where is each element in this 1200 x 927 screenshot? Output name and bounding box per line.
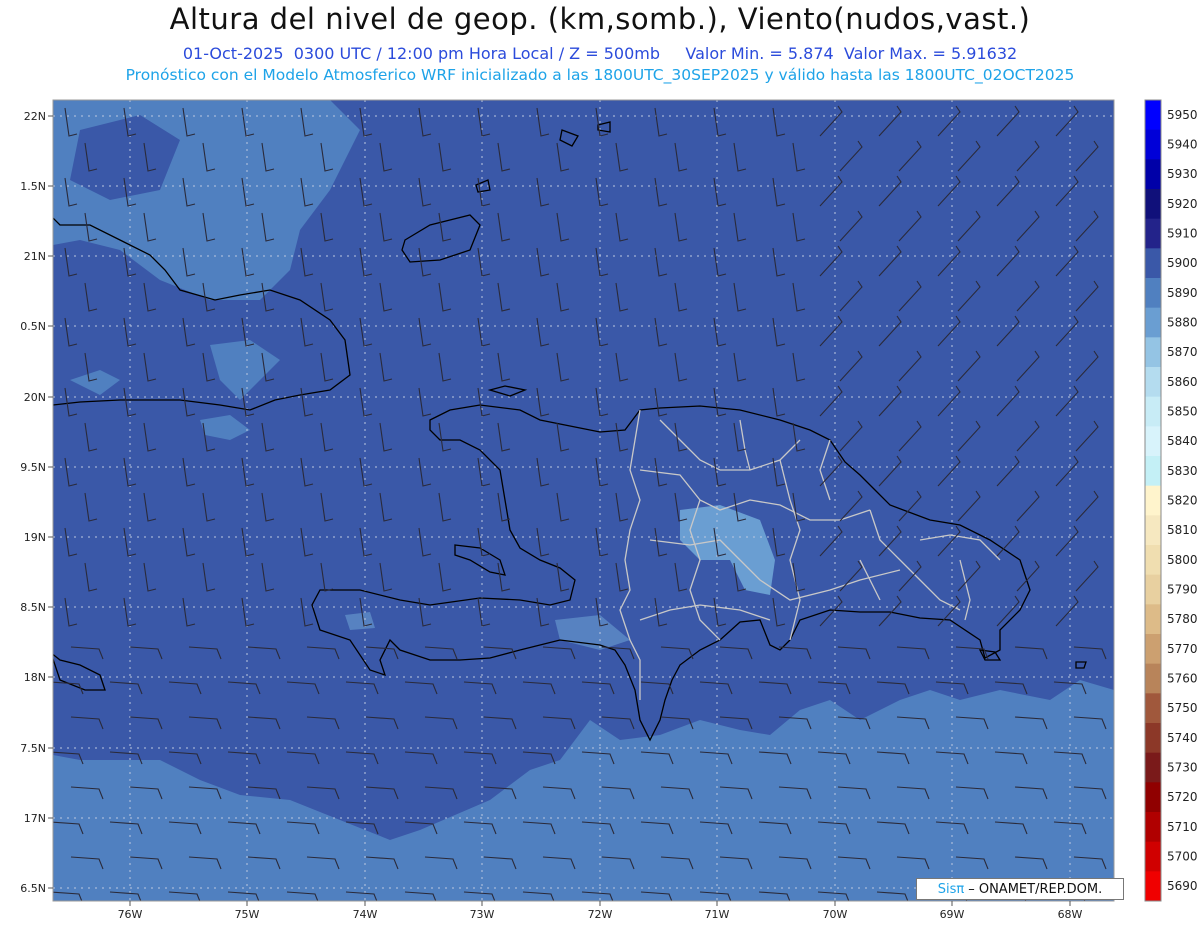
colorbar-swatch <box>1145 278 1161 309</box>
lat-label: 20N <box>24 391 46 404</box>
lon-label: 74W <box>353 908 378 921</box>
colorbar-label: 5720 <box>1167 790 1198 804</box>
forecast-info: Pronóstico con el Modelo Atmosferico WRF… <box>125 66 1075 84</box>
lon-label: 73W <box>470 908 495 921</box>
colorbar-swatch <box>1145 159 1161 190</box>
map-figure: 22N 1.5N 21N 0.5N 20N 9.5N 19N 8.5N 18N … <box>20 99 1198 921</box>
colorbar-label: 5880 <box>1167 316 1198 330</box>
longitude-labels: 76W 75W 74W 73W 72W 71W 70W 69W 68W <box>118 908 1083 921</box>
colorbar-label: 5800 <box>1167 553 1198 567</box>
map-area <box>53 100 1114 901</box>
lat-label: 18N <box>24 671 46 684</box>
credit-box: Sisπ – ONAMET/REP.DOM. <box>916 878 1124 900</box>
subtitle-line: 01-Oct-2025 0300 UTC / 12:00 pm Hora Loc… <box>0 44 1200 63</box>
colorbar-swatch <box>1145 693 1161 724</box>
colorbar-swatch <box>1145 189 1161 220</box>
lon-label: 76W <box>118 908 143 921</box>
colorbar-swatch <box>1145 752 1161 783</box>
colorbar-swatch <box>1145 604 1161 635</box>
colorbar-label: 5770 <box>1167 642 1198 656</box>
colorbar-label: 5700 <box>1167 850 1198 864</box>
colorbar-swatch <box>1145 841 1161 872</box>
colorbar-swatch <box>1145 100 1161 131</box>
colorbar-swatch <box>1145 396 1161 427</box>
colorbar-swatch <box>1145 218 1161 249</box>
lat-label: 9.5N <box>20 461 46 474</box>
colorbar-label: 5900 <box>1167 256 1198 270</box>
colorbar-swatch <box>1145 782 1161 813</box>
colorbar-swatch <box>1145 574 1161 605</box>
colorbar-swatch <box>1145 426 1161 457</box>
colorbar-label: 5910 <box>1167 227 1198 241</box>
colorbar-label: 5830 <box>1167 464 1198 478</box>
lat-label: 7.5N <box>20 742 46 755</box>
colorbar: 5950 5940 5930 5920 5910 5900 5890 5880 5870 5860… <box>1144 99 1198 902</box>
lat-label: 1.5N <box>20 180 46 193</box>
colorbar-label: 5740 <box>1167 731 1198 745</box>
colorbar-label: 5790 <box>1167 583 1198 597</box>
colorbar-label: 5810 <box>1167 523 1198 537</box>
valid-time: 01-Oct-2025 0300 UTC / 12:00 pm Hora Loc… <box>182 44 660 63</box>
colorbar-swatch <box>1145 812 1161 843</box>
sispi-logo: Sisπ <box>937 881 965 897</box>
lat-label: 0.5N <box>20 320 46 333</box>
colorbar-label: 5760 <box>1167 672 1198 686</box>
colorbar-label: 5840 <box>1167 434 1198 448</box>
colorbar-label: 5690 <box>1167 879 1198 893</box>
colorbar-swatch <box>1145 485 1161 516</box>
colorbar-label: 5820 <box>1167 494 1198 508</box>
lat-label: 19N <box>24 531 46 544</box>
latitude-labels: 22N 1.5N 21N 0.5N 20N 9.5N 19N 8.5N 18N … <box>20 110 46 895</box>
colorbar-swatch <box>1145 515 1161 546</box>
colorbar-label: 5860 <box>1167 375 1198 389</box>
colorbar-swatch <box>1145 307 1161 338</box>
colorbar-swatch <box>1145 337 1161 368</box>
colorbar-label: 5890 <box>1167 286 1198 300</box>
colorbar-label: 5870 <box>1167 345 1198 359</box>
colorbar-label: 5750 <box>1167 701 1198 715</box>
lon-label: 69W <box>940 908 965 921</box>
lon-label: 71W <box>705 908 730 921</box>
colorbar-swatch <box>1145 129 1161 160</box>
colorbar-swatch <box>1145 871 1161 902</box>
colorbar-label: 5950 <box>1167 108 1198 122</box>
colorbar-swatch <box>1145 367 1161 398</box>
credit-text: – ONAMET/REP.DOM. <box>968 881 1103 897</box>
value-range: Valor Min. = 5.874 Valor Max. = 5.91632 <box>685 44 1018 63</box>
colorbar-swatch <box>1145 723 1161 754</box>
colorbar-swatch <box>1145 634 1161 665</box>
lat-label: 8.5N <box>20 601 46 614</box>
colorbar-swatch <box>1145 545 1161 576</box>
lat-label: 6.5N <box>20 882 46 895</box>
colorbar-label: 5850 <box>1167 405 1198 419</box>
colorbar-swatch <box>1145 248 1161 279</box>
lat-label: 17N <box>24 812 46 825</box>
lon-label: 72W <box>588 908 613 921</box>
colorbar-label: 5930 <box>1167 167 1198 181</box>
lon-label: 75W <box>235 908 260 921</box>
colorbar-swatch <box>1145 456 1161 487</box>
colorbar-label: 5940 <box>1167 138 1198 152</box>
colorbar-label: 5920 <box>1167 197 1198 211</box>
lon-label: 70W <box>823 908 848 921</box>
lon-label: 68W <box>1058 908 1083 921</box>
chart-title: Altura del nivel de geop. (km,somb.), Vi… <box>169 2 1031 36</box>
colorbar-label: 5710 <box>1167 820 1198 834</box>
colorbar-swatch <box>1145 663 1161 694</box>
lat-label: 22N <box>24 110 46 123</box>
lat-label: 21N <box>24 250 46 263</box>
colorbar-label: 5780 <box>1167 612 1198 626</box>
colorbar-label: 5730 <box>1167 761 1198 775</box>
